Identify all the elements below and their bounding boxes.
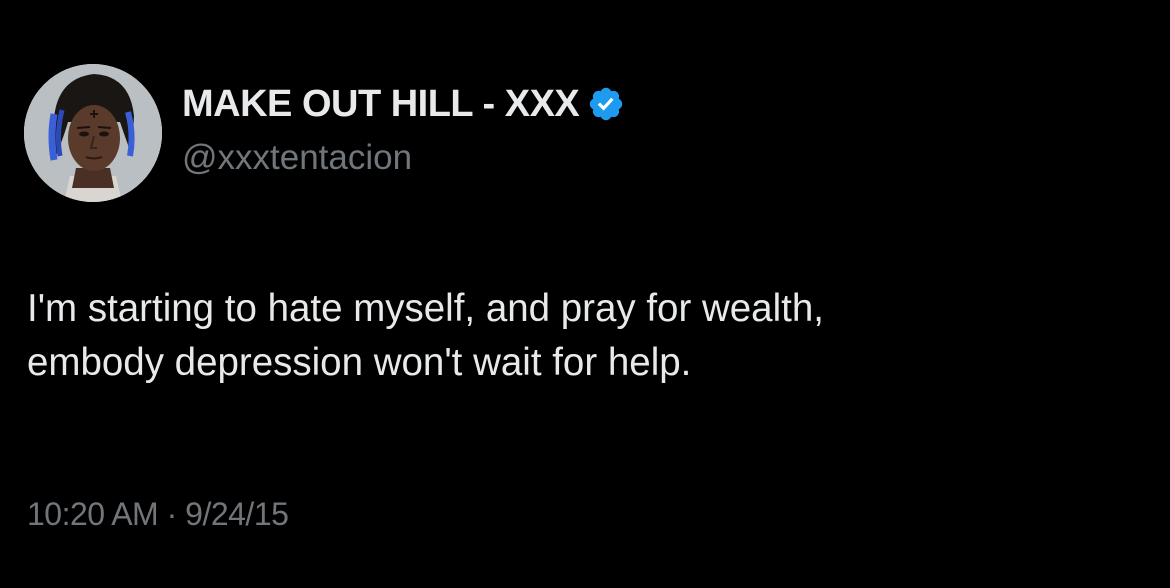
display-name-row: MAKE OUT HILL - XXX xyxy=(182,80,625,128)
tweet-date[interactable]: 9/24/15 xyxy=(185,496,289,532)
meta-separator: · xyxy=(166,496,178,532)
display-name[interactable]: MAKE OUT HILL - XXX xyxy=(182,83,580,126)
tweet-text-line: I'm starting to hate myself, and pray fo… xyxy=(27,287,824,330)
tweet-text-line: embody depression won't wait for help. xyxy=(27,341,692,384)
tweet-text: I'm starting to hate myself, and pray fo… xyxy=(27,282,1147,390)
author-avatar[interactable] xyxy=(24,64,162,202)
author-handle[interactable]: @xxxtentacion xyxy=(182,138,412,178)
tweet-card: MAKE OUT HILL - XXX @xxxtentacion I'm st… xyxy=(0,0,1170,588)
avatar-photo xyxy=(24,64,162,202)
verified-badge-icon xyxy=(587,85,625,123)
tweet-time[interactable]: 10:20 AM xyxy=(27,496,159,532)
tweet-metadata: 10:20 AM · 9/24/15 xyxy=(27,496,289,533)
